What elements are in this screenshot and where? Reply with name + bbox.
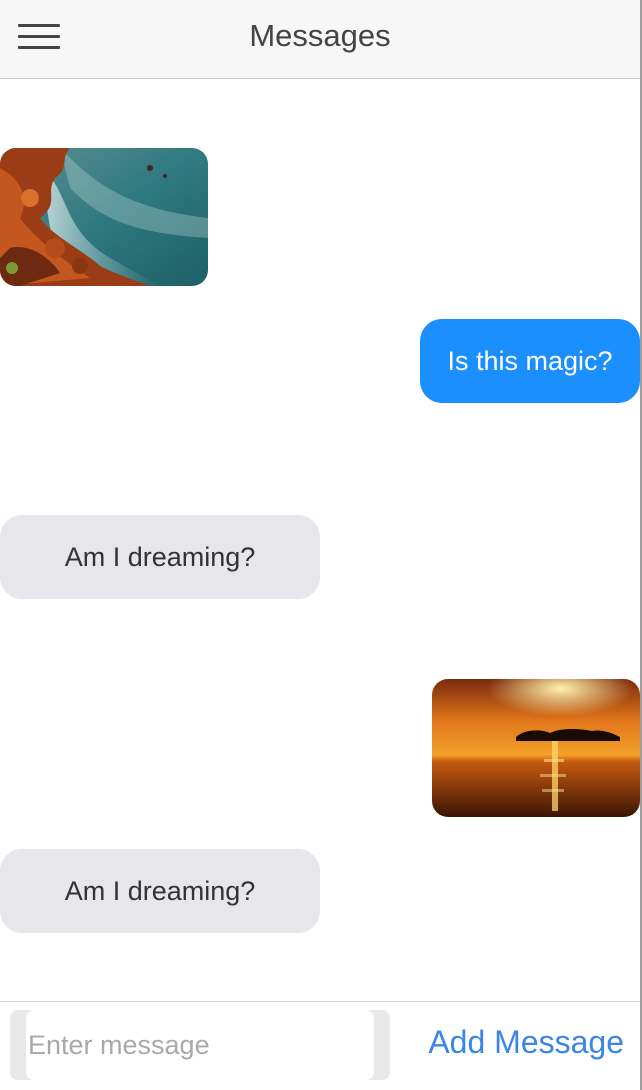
message-composer: Add Message [0,1001,640,1090]
sunset-island-photo [432,679,640,817]
message-image-coastal-rocks[interactable] [0,148,208,286]
message-bubble-outgoing[interactable]: Is this magic? [420,319,640,403]
message-bubble-incoming[interactable]: Am I dreaming? [0,849,320,933]
message-input[interactable] [26,1010,374,1080]
message-input-wrapper [10,1010,390,1080]
add-message-button[interactable]: Add Message [428,1024,624,1061]
coastal-rocks-photo [0,148,208,286]
message-bubble-incoming[interactable]: Am I dreaming? [0,515,320,599]
messages-app: Messages Is this magic? Am I dreaming? A… [0,0,642,1090]
message-list[interactable]: Is this magic? Am I dreaming? Am I dream… [0,79,640,1001]
page-title: Messages [249,18,391,53]
nav-header: Messages [0,0,640,79]
message-image-sunset[interactable] [432,679,640,817]
